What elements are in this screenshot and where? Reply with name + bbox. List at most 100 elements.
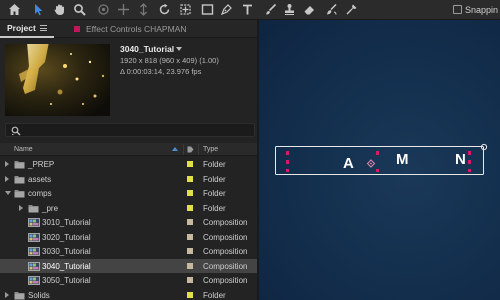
composition-row[interactable]: 3010_Tutorial Composition <box>0 215 257 230</box>
orbit-camera-icon[interactable] <box>96 2 111 17</box>
brush-icon[interactable] <box>263 2 278 17</box>
project-panel: Project Effect Controls CHAPMAN 3040_Tut… <box>0 20 257 300</box>
anchor-point-dot <box>370 162 372 165</box>
tab-project[interactable]: Project <box>0 20 54 38</box>
column-header-type[interactable]: Type <box>203 146 218 153</box>
label-color-swatch[interactable] <box>187 291 193 298</box>
rotation-icon[interactable] <box>157 2 172 17</box>
composition-thumbnail <box>5 44 110 116</box>
label-color-swatch[interactable] <box>187 277 193 283</box>
text-letter-n: N <box>455 151 466 168</box>
composition-row[interactable]: 3050_Tutorial Composition <box>0 273 257 288</box>
snapping-checkbox[interactable] <box>452 5 462 14</box>
tools-toolbar: Snappin <box>0 0 500 20</box>
panel-menu-icon[interactable] <box>39 25 47 31</box>
label-color-swatch[interactable] <box>187 262 193 269</box>
project-search-input[interactable] <box>5 123 255 137</box>
pen-icon[interactable] <box>219 2 234 17</box>
pan-camera-icon[interactable] <box>116 2 131 17</box>
chevron-right-icon[interactable] <box>5 291 9 298</box>
selection-arrow-icon[interactable] <box>31 2 46 17</box>
composition-icon <box>28 218 40 229</box>
text-letter-a: A <box>343 155 354 172</box>
label-color-swatch[interactable] <box>187 161 193 167</box>
label-color-swatch[interactable] <box>187 204 193 211</box>
item-name: _PREP <box>28 160 55 169</box>
label-color-swatch[interactable] <box>187 248 193 254</box>
dolly-camera-icon[interactable] <box>136 2 151 17</box>
item-name: 3050_Tutorial <box>42 276 91 285</box>
column-header-name[interactable]: Name <box>14 146 33 153</box>
layer-handle[interactable] <box>286 151 289 155</box>
layer-handle[interactable] <box>468 160 471 164</box>
composition-icon <box>28 232 40 244</box>
composition-resolution: 1920 x 818 (960 x 409) (1.00) <box>120 56 219 65</box>
thumbnail-image <box>5 44 110 116</box>
column-divider[interactable] <box>183 144 184 155</box>
eraser-icon[interactable] <box>302 2 317 17</box>
layer-bounding-box[interactable] <box>275 146 484 175</box>
folder-icon <box>14 189 25 200</box>
tab-effect-controls[interactable]: Effect Controls CHAPMAN <box>74 20 186 38</box>
item-name: comps <box>28 189 52 198</box>
label-color-swatch[interactable] <box>187 175 193 182</box>
item-type: Composition <box>203 261 248 271</box>
composition-icon <box>28 276 40 287</box>
composition-viewer[interactable]: A M N <box>259 20 500 300</box>
item-name: assets <box>28 174 52 184</box>
layer-handle[interactable] <box>286 160 289 164</box>
chevron-right-icon[interactable] <box>5 161 9 167</box>
snapping-toggle[interactable]: Snappin <box>452 2 500 17</box>
item-type: Composition <box>203 218 248 227</box>
hand-icon[interactable] <box>52 2 67 17</box>
text-icon[interactable] <box>240 2 255 17</box>
folder-row[interactable]: _pre Folder <box>0 201 257 216</box>
item-name: _pre <box>42 203 59 213</box>
layer-color-swatch <box>74 26 80 32</box>
composition-row[interactable]: 3020_Tutorial Composition <box>0 230 257 245</box>
layer-handle[interactable] <box>468 169 471 172</box>
layer-handle[interactable] <box>376 169 379 172</box>
layer-handle[interactable] <box>468 151 471 155</box>
folder-row[interactable]: comps Folder <box>0 186 257 201</box>
rectangle-icon[interactable] <box>200 2 215 17</box>
folder-row[interactable]: Solids Folder <box>0 288 257 300</box>
item-type: Folder <box>203 290 226 300</box>
item-name: 3020_Tutorial <box>42 232 91 242</box>
tab-effect-controls-label: Effect Controls CHAPMAN <box>86 24 187 34</box>
folder-icon <box>28 204 39 215</box>
chevron-down-icon[interactable] <box>176 47 183 51</box>
home-icon[interactable] <box>7 2 22 17</box>
label-color-swatch[interactable] <box>187 219 193 225</box>
folder-icon <box>14 175 25 186</box>
chevron-right-icon[interactable] <box>19 204 23 211</box>
pan-behind-icon[interactable] <box>178 2 193 17</box>
zoom-icon[interactable] <box>72 2 87 17</box>
item-type: Composition <box>203 232 248 242</box>
snapping-label: Snappin <box>464 4 498 15</box>
composition-duration: Δ 0:00:03:14, 23.976 fps <box>120 67 202 76</box>
sort-ascending-icon[interactable] <box>172 147 178 151</box>
folder-row[interactable]: assets Folder <box>0 172 257 187</box>
chevron-right-icon[interactable] <box>5 175 9 182</box>
label-color-swatch[interactable] <box>187 233 193 240</box>
chevron-down-icon[interactable] <box>5 191 11 195</box>
folder-icon <box>14 160 25 171</box>
item-name: Solids <box>28 290 50 300</box>
panel-tabs: Project Effect Controls CHAPMAN <box>0 20 257 38</box>
puppet-pin-icon[interactable] <box>344 2 359 17</box>
layer-handle[interactable] <box>286 169 289 172</box>
folder-row[interactable]: _PREP Folder <box>0 157 257 172</box>
composition-row[interactable]: 3040_Tutorial Composition <box>0 258 257 273</box>
composition-info: 3040_Tutorial 1920 x 818 (960 x 409) (1.… <box>120 44 219 76</box>
tab-project-label: Project <box>7 23 36 33</box>
composition-row[interactable]: 3030_Tutorial Composition <box>0 244 257 259</box>
layer-handle[interactable] <box>376 151 379 155</box>
roto-brush-icon[interactable] <box>324 2 339 17</box>
clone-stamp-icon[interactable] <box>282 2 297 17</box>
composition-name-row[interactable]: 3040_Tutorial <box>120 44 219 54</box>
label-color-swatch[interactable] <box>187 190 193 196</box>
label-tag-icon[interactable] <box>187 146 194 153</box>
item-type: Composition <box>203 276 248 285</box>
column-divider[interactable] <box>198 144 199 155</box>
